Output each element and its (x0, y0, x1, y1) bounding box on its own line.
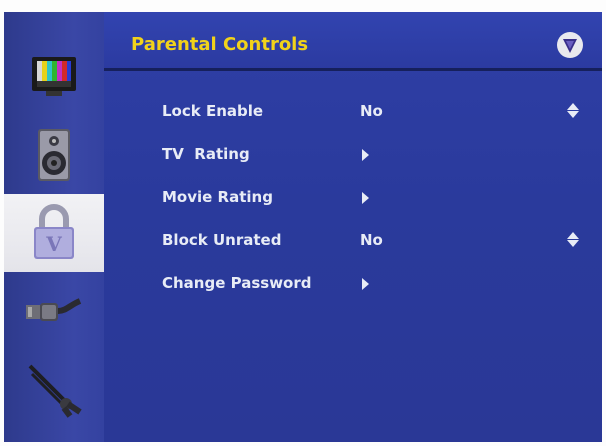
up-down-arrows-icon[interactable] (567, 103, 579, 119)
menu-item-value: No (360, 102, 383, 120)
menu-item-block-unrated[interactable]: Block Unrated No (104, 225, 602, 255)
sidebar-item-settings[interactable] (4, 350, 104, 428)
menu-item-change-password[interactable]: Change Password (104, 268, 602, 298)
menu-item-lock-enable[interactable]: Lock Enable No (104, 96, 602, 126)
sidebar-item-picture[interactable] (4, 38, 104, 116)
sidebar-item-audio[interactable] (4, 116, 104, 194)
menu-item-label: Lock Enable (162, 102, 264, 120)
cable-connector-icon (26, 298, 82, 321)
menu-item-label: TV Rating (162, 145, 250, 163)
osd-menu-window: V Parental Controls Lock Enable No TV Ra… (0, 0, 606, 446)
svg-text:V: V (45, 232, 62, 256)
title-bar: Parental Controls (104, 12, 602, 71)
vizio-v-logo-icon (557, 32, 583, 58)
up-down-arrows-icon[interactable] (567, 232, 579, 248)
menu-item-movie-rating[interactable]: Movie Rating (104, 182, 602, 212)
tv-color-bars-icon (32, 57, 76, 96)
submenu-arrow-icon (362, 149, 369, 161)
pliers-tool-icon (28, 364, 82, 418)
submenu-arrow-icon (362, 278, 369, 290)
submenu-arrow-icon (362, 192, 369, 204)
title-divider (104, 68, 602, 71)
padlock-icon: V (34, 204, 74, 259)
category-sidebar: V (4, 12, 104, 442)
speaker-icon (38, 129, 70, 181)
sidebar-item-inputs[interactable] (4, 272, 104, 350)
sidebar-item-parental[interactable]: V (4, 194, 104, 272)
page-title: Parental Controls (131, 34, 309, 55)
menu-item-tv-rating[interactable]: TV Rating (104, 139, 602, 169)
menu-item-label: Change Password (162, 274, 312, 292)
menu-item-label: Movie Rating (162, 188, 273, 206)
menu-item-label: Block Unrated (162, 231, 282, 249)
settings-panel: Parental Controls Lock Enable No TV Rati… (104, 12, 602, 442)
menu-item-value: No (360, 231, 383, 249)
